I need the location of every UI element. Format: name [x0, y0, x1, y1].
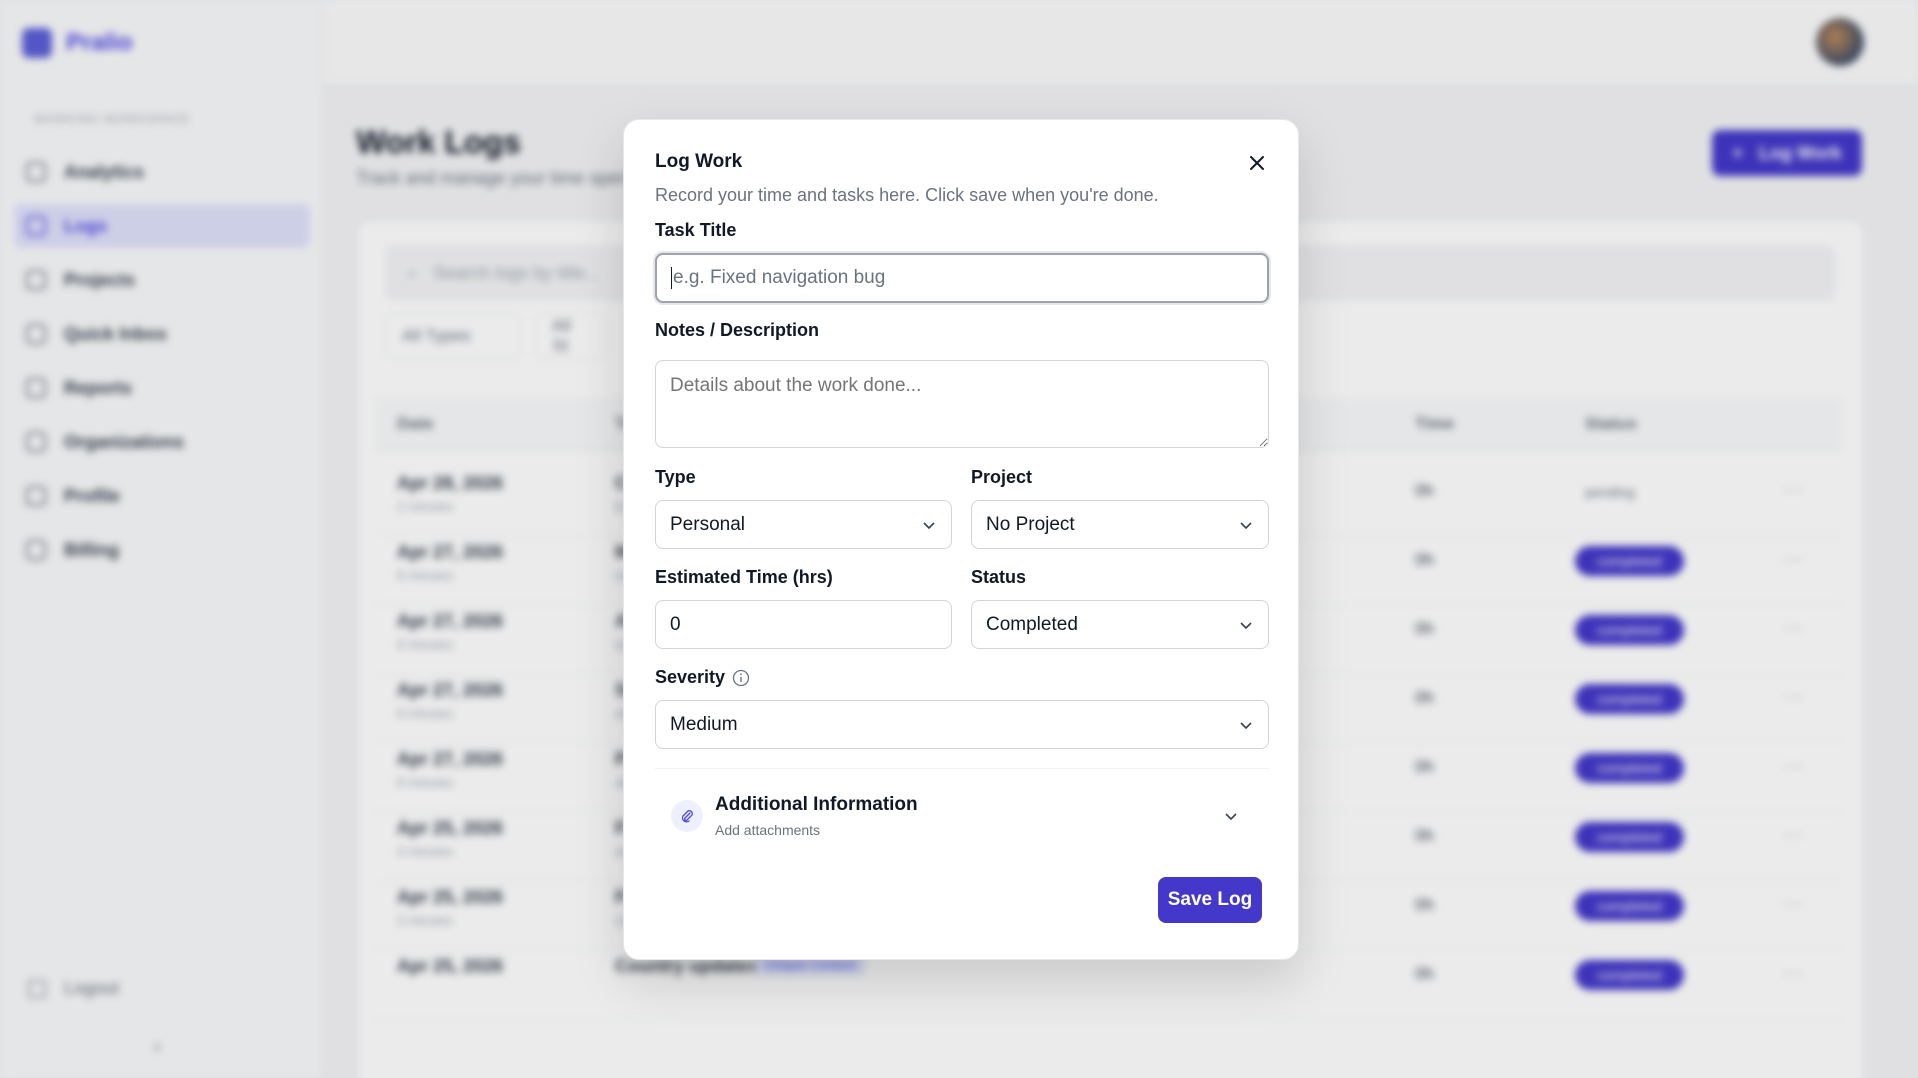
- status-label: Status: [971, 567, 1027, 587]
- project-value: No Project: [986, 513, 1075, 535]
- notes-textarea[interactable]: [655, 360, 1269, 448]
- type-value: Personal: [670, 513, 745, 535]
- project-select[interactable]: No Project: [971, 500, 1269, 549]
- severity-select[interactable]: Medium: [655, 700, 1269, 749]
- project-label: Project: [971, 467, 1033, 487]
- info-icon[interactable]: [732, 669, 750, 687]
- chevron-down-icon: [923, 521, 935, 529]
- task-title-input[interactable]: e.g. Fixed navigation bug: [655, 253, 1269, 303]
- severity-label: Severity: [655, 667, 726, 687]
- text-caret: [671, 267, 672, 289]
- paperclip-icon: [671, 800, 703, 832]
- estimated-time-input[interactable]: 0: [655, 600, 952, 649]
- estimated-time-label: Estimated Time (hrs): [655, 567, 833, 587]
- task-title-label: Task Title: [655, 220, 737, 240]
- notes-label: Notes / Description: [655, 320, 820, 340]
- dialog-title: Log Work: [655, 151, 743, 172]
- severity-value: Medium: [670, 713, 738, 735]
- chevron-down-icon: [1240, 621, 1252, 629]
- additional-information-toggle[interactable]: Additional Information Add attachments: [655, 780, 1269, 854]
- divider: [655, 768, 1269, 769]
- log-work-dialog: Log Work Record your time and tasks here…: [623, 119, 1299, 960]
- chevron-down-icon: [1240, 721, 1252, 729]
- additional-information-title: Additional Information: [715, 794, 918, 815]
- estimated-time-value: 0: [670, 613, 681, 635]
- task-title-placeholder: e.g. Fixed navigation bug: [673, 267, 886, 288]
- chevron-down-icon: [1240, 521, 1252, 529]
- status-value: Completed: [986, 613, 1078, 635]
- type-select[interactable]: Personal: [655, 500, 952, 549]
- additional-information-subtitle: Add attachments: [715, 822, 821, 838]
- status-select[interactable]: Completed: [971, 600, 1269, 649]
- type-label: Type: [655, 467, 696, 487]
- save-log-button[interactable]: Save Log: [1158, 877, 1262, 923]
- close-icon: [1250, 156, 1264, 170]
- dialog-description: Record your time and tasks here. Click s…: [655, 185, 1159, 205]
- close-button[interactable]: [1244, 150, 1270, 176]
- chevron-down-icon: [1225, 813, 1237, 821]
